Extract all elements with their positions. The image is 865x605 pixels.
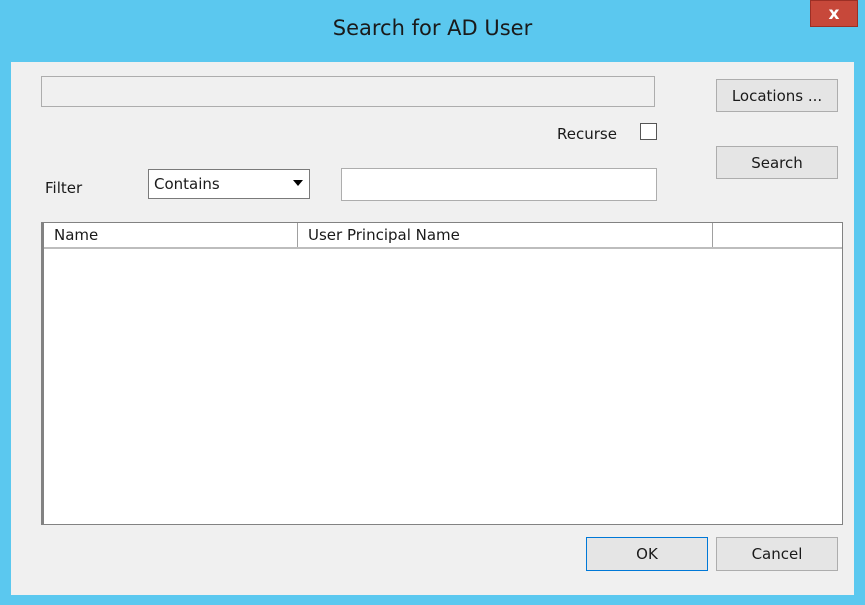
ok-button[interactable]: OK xyxy=(586,537,708,571)
locations-button[interactable]: Locations ... xyxy=(716,79,838,112)
filter-mode-value: Contains xyxy=(154,175,220,193)
recurse-checkbox[interactable] xyxy=(640,123,657,140)
filter-mode-select[interactable]: Contains xyxy=(148,169,310,199)
close-button[interactable]: x xyxy=(810,0,858,27)
cancel-button[interactable]: Cancel xyxy=(716,537,838,571)
title-bar[interactable]: Search for AD User x xyxy=(0,0,865,62)
results-list-header: Name User Principal Name xyxy=(44,223,842,249)
dropdown-arrow-icon[interactable] xyxy=(291,176,305,190)
column-header-filler[interactable] xyxy=(713,223,842,247)
window-title: Search for AD User xyxy=(332,16,533,40)
search-button[interactable]: Search xyxy=(716,146,838,179)
filter-text-input[interactable] xyxy=(341,168,657,201)
filter-label: Filter xyxy=(45,179,83,197)
location-path-field[interactable] xyxy=(41,76,655,107)
close-icon: x xyxy=(828,3,840,24)
results-list[interactable]: Name User Principal Name xyxy=(41,222,843,525)
column-header-upn[interactable]: User Principal Name xyxy=(298,223,713,247)
dialog-window: Search for AD User x Locations ... Recur… xyxy=(0,0,865,605)
dialog-client-area: Locations ... Recurse Search Filter Cont… xyxy=(11,62,854,595)
column-header-name[interactable]: Name xyxy=(44,223,298,247)
recurse-label: Recurse xyxy=(557,125,617,143)
